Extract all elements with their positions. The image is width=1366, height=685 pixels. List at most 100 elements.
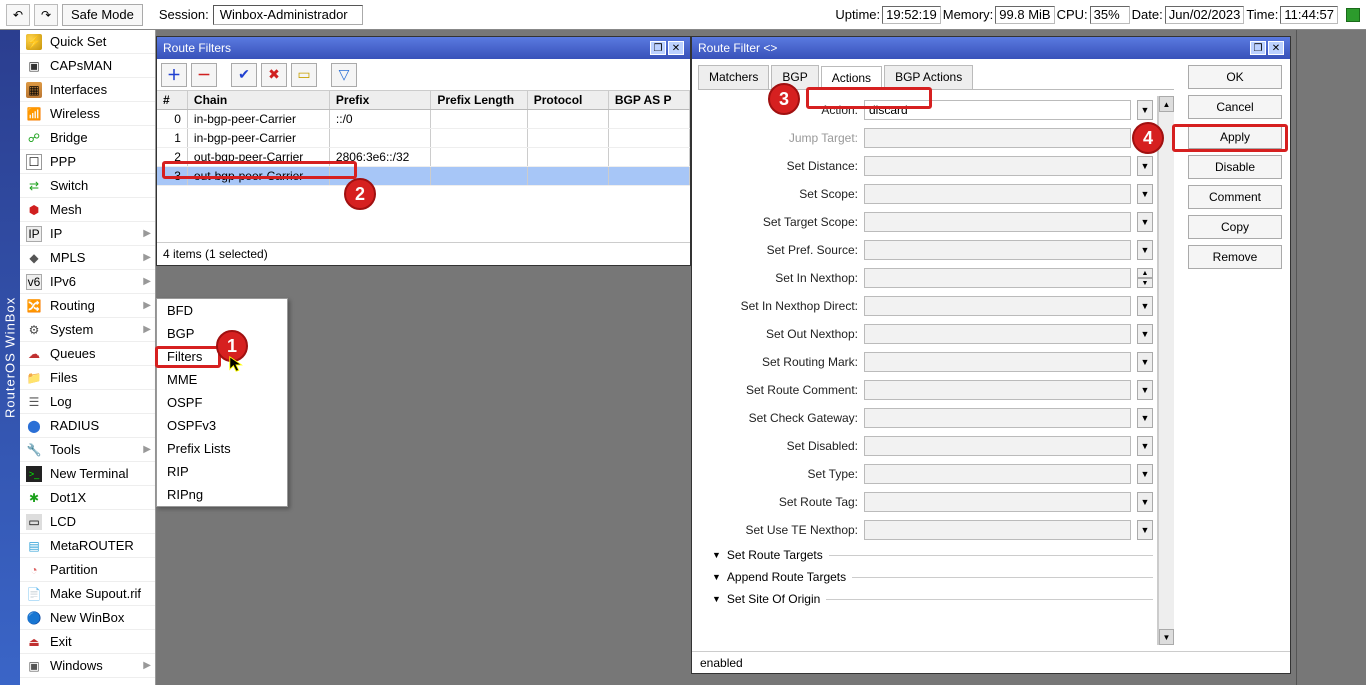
input-set-use-te-nexthop[interactable] [864, 520, 1131, 540]
col--[interactable]: # [157, 91, 187, 110]
dropdown-button-icon[interactable]: ▼ [1137, 324, 1153, 344]
sidebar-item-log[interactable]: ☰Log [20, 390, 155, 414]
ctx-item-ospfv3[interactable]: OSPFv3 [157, 414, 287, 437]
window-title-bar[interactable]: Route Filter <> ❐ ✕ [692, 37, 1290, 59]
input-set-scope[interactable] [864, 184, 1131, 204]
sidebar-item-files[interactable]: 📁Files [20, 366, 155, 390]
ctx-item-mme[interactable]: MME [157, 368, 287, 391]
input-set-in-nexthop-direct[interactable] [864, 296, 1131, 316]
ctx-item-ripng[interactable]: RIPng [157, 483, 287, 506]
dropdown-button-icon[interactable]: ▼ [1137, 100, 1153, 120]
dropdown-button-icon[interactable]: ▼ [1137, 156, 1153, 176]
dropdown-button-icon[interactable]: ▼ [1137, 128, 1153, 148]
session-box[interactable]: Winbox-Administrador [213, 5, 363, 25]
sidebar-item-exit[interactable]: ⏏Exit [20, 630, 155, 654]
copy-button[interactable]: Copy [1188, 215, 1282, 239]
scroll-up-icon[interactable]: ▲ [1159, 96, 1174, 112]
input-jump-target[interactable] [864, 128, 1131, 148]
sidebar-item-mpls[interactable]: ◆MPLS▶ [20, 246, 155, 270]
col-protocol[interactable]: Protocol [527, 91, 608, 110]
disable-button[interactable]: ✖ [261, 63, 287, 87]
remove-button[interactable]: － [191, 63, 217, 87]
sidebar-item-routing[interactable]: 🔀Routing▶ [20, 294, 155, 318]
window-title-bar[interactable]: Route Filters ❐ ✕ [157, 37, 690, 59]
sidebar-item-switch[interactable]: ⇄Switch [20, 174, 155, 198]
sidebar-item-queues[interactable]: ☁Queues [20, 342, 155, 366]
sidebar-item-interfaces[interactable]: ▦Interfaces [20, 78, 155, 102]
sidebar-item-metarouter[interactable]: ▤MetaROUTER [20, 534, 155, 558]
collapse-section-append-route-targets[interactable]: ▼Append Route Targets [698, 566, 1153, 588]
input-action[interactable] [864, 100, 1131, 120]
dropdown-button-icon[interactable]: ▼ [1137, 352, 1153, 372]
filter-button[interactable]: ▽ [331, 63, 357, 87]
table-row[interactable]: 2out-bgp-peer-Carrier2806:3e6::/32 [157, 148, 690, 167]
col-prefix[interactable]: Prefix [329, 91, 430, 110]
input-set-disabled[interactable] [864, 436, 1131, 456]
dropdown-button-icon[interactable]: ▼ [1137, 436, 1153, 456]
input-set-routing-mark[interactable] [864, 352, 1131, 372]
input-set-check-gateway[interactable] [864, 408, 1131, 428]
sidebar-item-make-supout-rif[interactable]: 📄Make Supout.rif [20, 582, 155, 606]
safe-mode-button[interactable]: Safe Mode [62, 4, 143, 26]
dropdown-button-icon[interactable]: ▼ [1137, 184, 1153, 204]
sidebar-item-dot1x[interactable]: ✱Dot1X [20, 486, 155, 510]
disable-button[interactable]: Disable [1188, 155, 1282, 179]
input-set-route-comment[interactable] [864, 380, 1131, 400]
col-prefix-length[interactable]: Prefix Length [431, 91, 527, 110]
table-row[interactable]: 0in-bgp-peer-Carrier::/0 [157, 110, 690, 129]
sidebar-item-lcd[interactable]: ▭LCD [20, 510, 155, 534]
enable-button[interactable]: ✔ [231, 63, 257, 87]
dropdown-button-icon[interactable]: ▼ [1137, 240, 1153, 260]
input-set-out-nexthop[interactable] [864, 324, 1131, 344]
sidebar-item-bridge[interactable]: ☍Bridge [20, 126, 155, 150]
sidebar-item-new-winbox[interactable]: 🔵New WinBox [20, 606, 155, 630]
input-set-type[interactable] [864, 464, 1131, 484]
input-set-in-nexthop[interactable] [864, 268, 1131, 288]
input-set-pref-source[interactable] [864, 240, 1131, 260]
sidebar-item-mesh[interactable]: ⬢Mesh [20, 198, 155, 222]
dropdown-button-icon[interactable]: ▼ [1137, 212, 1153, 232]
dropdown-button-icon[interactable]: ▼ [1137, 296, 1153, 316]
input-set-route-tag[interactable] [864, 492, 1131, 512]
collapse-section-set-route-targets[interactable]: ▼Set Route Targets [698, 544, 1153, 566]
sidebar-item-partition[interactable]: ◔Partition [20, 558, 155, 582]
tab-bgp-actions[interactable]: BGP Actions [884, 65, 973, 89]
undo-button[interactable]: ↶ [6, 4, 30, 26]
sidebar-item-windows[interactable]: ▣Windows▶ [20, 654, 155, 678]
sidebar-item-system[interactable]: ⚙System▶ [20, 318, 155, 342]
dropdown-button-icon[interactable]: ▼ [1137, 492, 1153, 512]
col-bgp-as-p[interactable]: BGP AS P [608, 91, 689, 110]
dropdown-button-icon[interactable]: ▼ [1137, 520, 1153, 540]
table-row[interactable]: 1in-bgp-peer-Carrier [157, 129, 690, 148]
add-button[interactable]: ＋ [161, 63, 187, 87]
ctx-item-ospf[interactable]: OSPF [157, 391, 287, 414]
sidebar-item-ppp[interactable]: ☐PPP [20, 150, 155, 174]
dropdown-button-icon[interactable]: ▼ [1137, 408, 1153, 428]
cancel-button[interactable]: Cancel [1188, 95, 1282, 119]
ctx-item-bgp[interactable]: BGP [157, 322, 287, 345]
routing-context-menu[interactable]: BFDBGPFiltersMMEOSPFOSPFv3Prefix ListsRI… [156, 298, 288, 507]
comment-button[interactable]: Comment [1188, 185, 1282, 209]
apply-button[interactable]: Apply [1188, 125, 1282, 149]
sidebar-item-radius[interactable]: ⬤RADIUS [20, 414, 155, 438]
sidebar-item-wireless[interactable]: 📶Wireless [20, 102, 155, 126]
dropdown-button-icon[interactable]: ▼ [1137, 464, 1153, 484]
form-scrollbar[interactable]: ▲ ▼ [1158, 96, 1174, 645]
remove-button[interactable]: Remove [1188, 245, 1282, 269]
redo-button[interactable]: ↷ [34, 4, 58, 26]
scroll-down-icon[interactable]: ▼ [1159, 629, 1174, 645]
sidebar-item-new-terminal[interactable]: >_New Terminal [20, 462, 155, 486]
window-restore-icon[interactable]: ❐ [650, 41, 666, 55]
tab-bgp[interactable]: BGP [771, 65, 818, 89]
input-set-distance[interactable] [864, 156, 1131, 176]
sidebar-item-tools[interactable]: 🔧Tools▶ [20, 438, 155, 462]
ctx-item-prefix-lists[interactable]: Prefix Lists [157, 437, 287, 460]
window-close-icon[interactable]: ✕ [668, 41, 684, 55]
stepper-up-icon[interactable]: ▲ [1137, 268, 1153, 278]
collapse-section-set-site-of-origin[interactable]: ▼Set Site Of Origin [698, 588, 1153, 610]
stepper-down-icon[interactable]: ▼ [1137, 278, 1153, 288]
window-restore-icon[interactable]: ❐ [1250, 41, 1266, 55]
ctx-item-rip[interactable]: RIP [157, 460, 287, 483]
col-chain[interactable]: Chain [187, 91, 329, 110]
tab-actions[interactable]: Actions [821, 66, 882, 90]
